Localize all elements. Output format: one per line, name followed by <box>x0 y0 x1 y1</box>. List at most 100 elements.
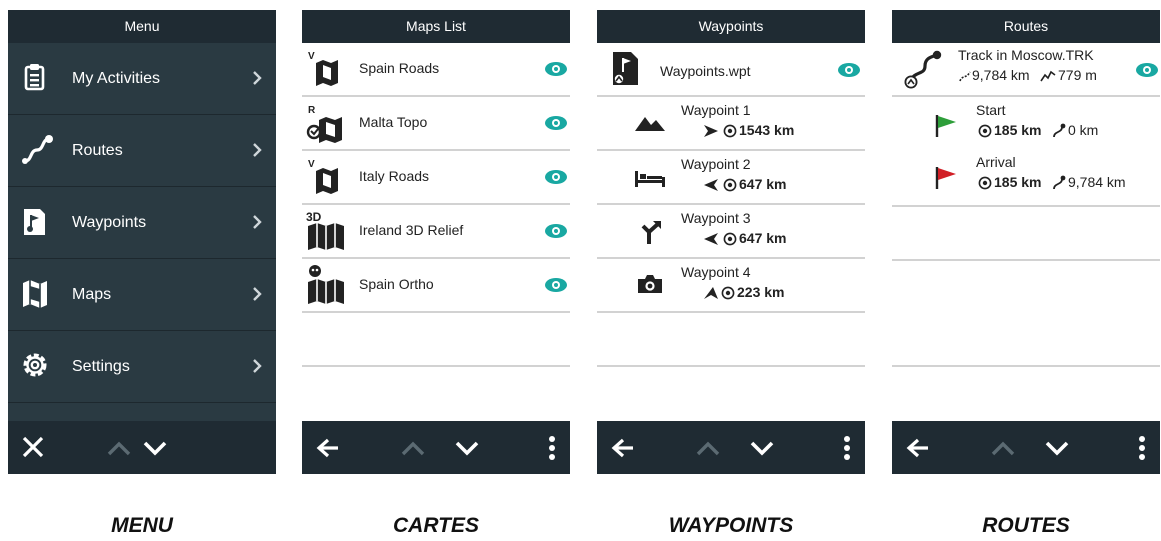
list-item-map[interactable]: V Spain Roads <box>302 43 570 97</box>
maps-list-screen: Maps List V Spain Roads R Malta Topo V I… <box>302 10 570 474</box>
waypoint-name: Waypoint 2 <box>681 156 751 172</box>
route-point-distance: 185 km <box>994 174 1042 190</box>
menu-item-routes[interactable]: Routes <box>8 115 276 187</box>
waypoints-list: Waypoints.wpt Waypoint 1 1543 km Waypoin… <box>597 43 865 421</box>
chevron-down-icon[interactable] <box>749 440 775 456</box>
route-icon <box>20 134 54 171</box>
direction-arrow-icon <box>703 232 719 251</box>
list-item-waypoint[interactable]: Waypoint 4 223 km <box>597 259 865 313</box>
more-vertical-icon[interactable] <box>548 435 556 461</box>
list-item-waypoint[interactable]: Waypoint 2 647 km <box>597 151 865 205</box>
list-item-map[interactable]: R Malta Topo <box>302 97 570 151</box>
map-badge: V <box>308 159 315 170</box>
vector-map-icon: V <box>308 157 342 200</box>
visibility-eye-icon[interactable] <box>545 62 567 76</box>
waypoint-distance: 647 km <box>739 230 787 246</box>
list-item-waypoint[interactable]: Waypoint 3 647 km <box>597 205 865 259</box>
back-arrow-icon[interactable] <box>316 438 340 458</box>
arrival-flag-icon <box>934 165 958 196</box>
gear-icon <box>20 350 50 387</box>
menu-footer <box>8 421 276 474</box>
list-item-empty <box>892 261 1160 315</box>
waypoint-distance: 647 km <box>739 176 787 192</box>
distance-icon <box>723 232 737 251</box>
chevron-right-icon <box>252 142 262 163</box>
map-badge: V <box>308 51 315 62</box>
chevron-up-icon[interactable] <box>990 440 1016 456</box>
menu-item-waypoints[interactable]: Waypoints <box>8 187 276 259</box>
more-vertical-icon[interactable] <box>843 435 851 461</box>
camera-icon <box>637 274 663 299</box>
bed-icon <box>635 169 665 192</box>
chevron-down-icon[interactable] <box>1044 440 1070 456</box>
waypoint-name: Waypoint 4 <box>681 264 751 280</box>
chevron-up-icon[interactable] <box>400 440 426 456</box>
waypoint-name: Waypoint 1 <box>681 102 751 118</box>
waypoint-file-row[interactable]: Waypoints.wpt <box>597 43 865 97</box>
chevron-right-icon <box>252 214 262 235</box>
relief-map-icon: 3D <box>306 210 350 257</box>
route-point-distance: 185 km <box>994 122 1042 138</box>
visibility-eye-icon[interactable] <box>545 170 567 184</box>
chevron-down-icon[interactable] <box>454 440 480 456</box>
list-item-empty <box>892 313 1160 367</box>
back-arrow-icon[interactable] <box>906 438 930 458</box>
close-icon[interactable] <box>22 436 44 458</box>
chevron-right-icon <box>252 286 262 307</box>
route-point-row[interactable]: Start 185 km 0 km <box>892 97 1160 149</box>
track-name: Track in Moscow.TRK <box>958 47 1094 63</box>
distance-icon <box>723 178 737 197</box>
menu-item-maps[interactable]: Maps <box>8 259 276 331</box>
list-item-empty <box>597 313 865 367</box>
visibility-eye-icon[interactable] <box>545 224 567 238</box>
map-name: Italy Roads <box>359 168 430 184</box>
route-point-row[interactable]: Arrival 185 km 9,784 km <box>892 149 1160 207</box>
list-item-map[interactable]: V Italy Roads <box>302 151 570 205</box>
distance-icon <box>978 124 992 143</box>
chevron-up-icon[interactable] <box>106 440 132 456</box>
route-point-name: Start <box>976 102 1006 118</box>
menu-item-label: Maps <box>72 286 112 303</box>
menu-screen: Menu My Activities Routes Waypoints Maps… <box>8 10 276 474</box>
back-arrow-icon[interactable] <box>611 438 635 458</box>
visibility-eye-icon[interactable] <box>545 278 567 292</box>
elevation-icon <box>1040 69 1056 88</box>
maps-footer <box>302 421 570 474</box>
menu-item-label: Routes <box>72 142 123 159</box>
track-route-icon <box>903 49 943 94</box>
along-route-icon <box>1052 123 1066 144</box>
list-item-map[interactable]: 3D Ireland 3D Relief <box>302 205 570 259</box>
waypoint-distance: 1543 km <box>739 122 795 138</box>
menu-item-label: My Activities <box>72 70 161 87</box>
chevron-down-icon[interactable] <box>142 440 168 456</box>
track-row[interactable]: Track in Moscow.TRK 9,784 km 779 m <box>892 43 1160 97</box>
waypoint-file-icon <box>610 51 640 92</box>
visibility-eye-icon[interactable] <box>545 116 567 130</box>
map-name: Spain Roads <box>359 60 440 76</box>
routes-screen: Routes Track in Moscow.TRK 9,784 km 779 … <box>892 10 1160 474</box>
list-item-map[interactable]: Spain Ortho <box>302 259 570 313</box>
visibility-eye-icon[interactable] <box>838 63 860 77</box>
vector-map-icon: V <box>308 49 342 92</box>
chevron-right-icon <box>252 358 262 379</box>
list-item-waypoint[interactable]: Waypoint 1 1543 km <box>597 97 865 151</box>
caption-menu: MENU <box>111 514 173 537</box>
waypoints-screen: Waypoints Waypoints.wpt Waypoint 1 1543 … <box>597 10 865 474</box>
more-vertical-icon[interactable] <box>1138 435 1146 461</box>
caption-waypoints: WAYPOINTS <box>668 514 794 537</box>
route-point-along: 9,784 km <box>1068 174 1126 190</box>
route-point-along: 0 km <box>1068 122 1099 138</box>
start-flag-icon <box>934 113 958 144</box>
track-distance: 9,784 km <box>972 67 1030 83</box>
mountain-icon <box>635 115 665 138</box>
menu-item-label: Waypoints <box>72 214 147 231</box>
route-point-name: Arrival <box>976 154 1016 170</box>
chevron-up-icon[interactable] <box>695 440 721 456</box>
along-route-icon <box>1052 175 1066 196</box>
visibility-eye-icon[interactable] <box>1136 63 1158 77</box>
waypoint-file-name: Waypoints.wpt <box>660 63 751 79</box>
menu-item-settings[interactable]: Settings <box>8 331 276 403</box>
topo-map-icon: R <box>306 103 348 148</box>
map-icon <box>20 278 50 315</box>
menu-item-my-activities[interactable]: My Activities <box>8 43 276 115</box>
